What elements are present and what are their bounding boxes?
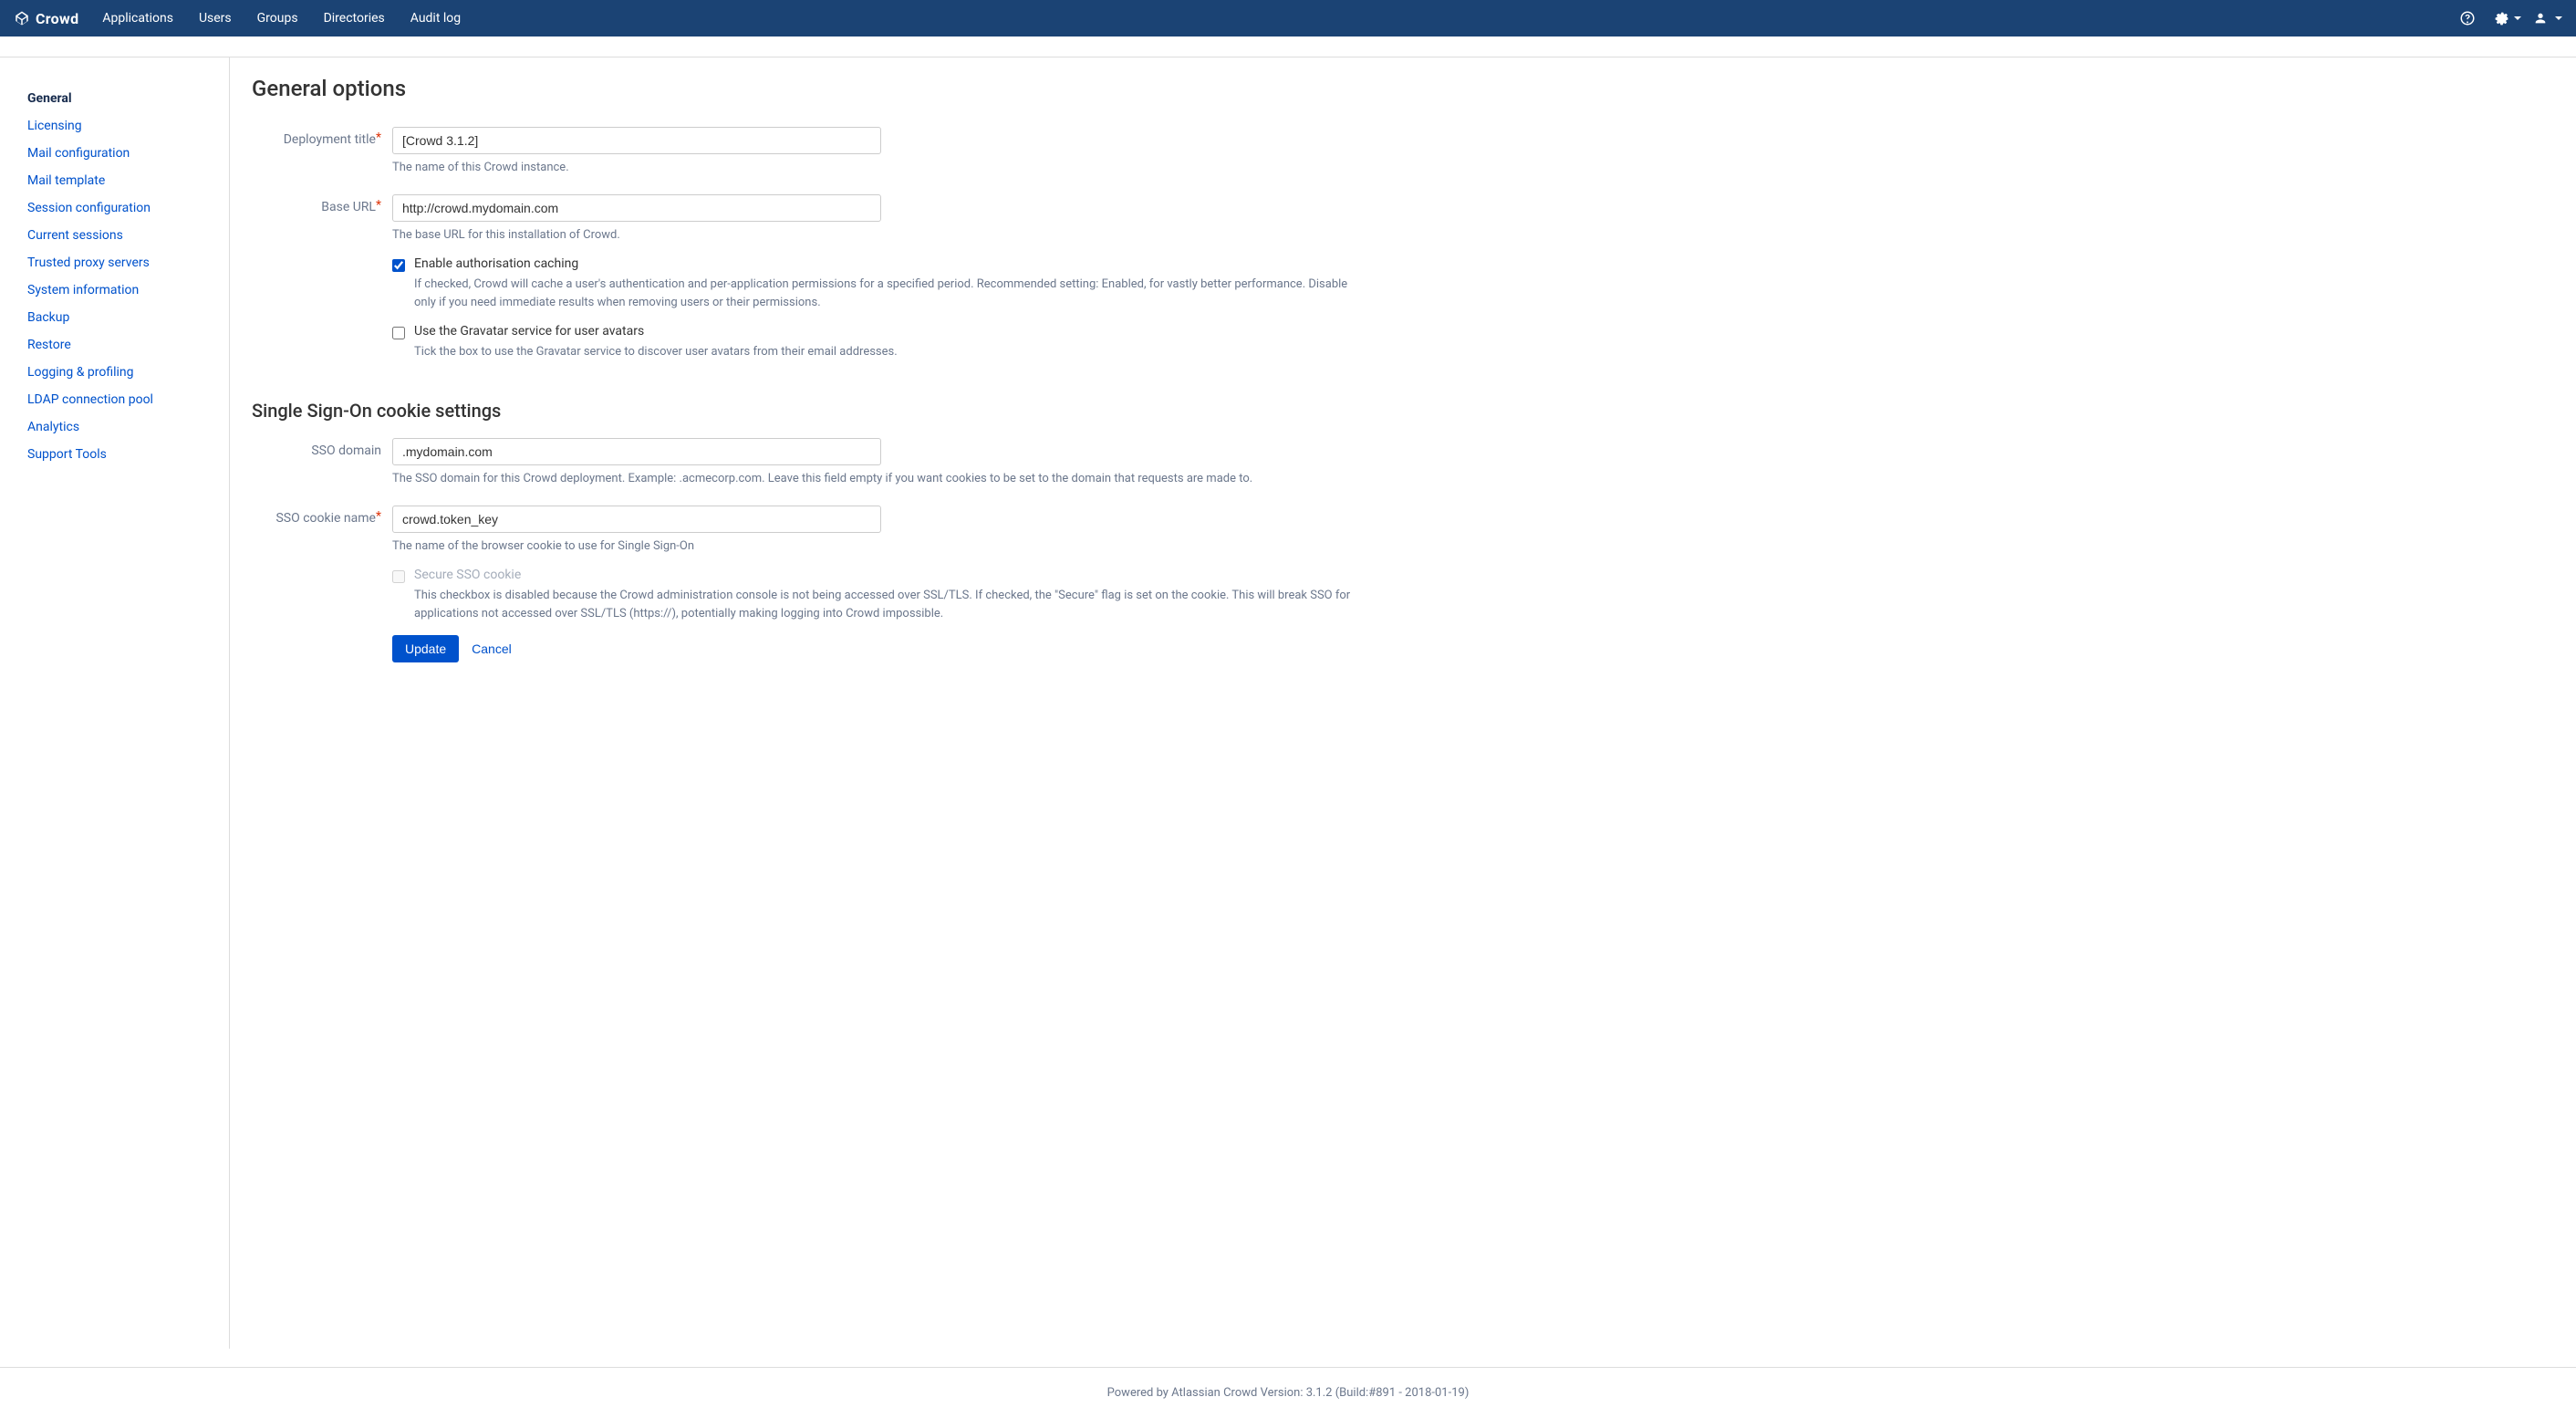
enable-cache-checkbox[interactable] bbox=[392, 259, 405, 272]
sidebar-item-mail-template[interactable]: Mail template bbox=[27, 167, 211, 194]
nav-users[interactable]: Users bbox=[188, 2, 243, 35]
sso-domain-input[interactable] bbox=[392, 438, 881, 465]
deployment-title-help: The name of this Crowd instance. bbox=[392, 160, 1359, 176]
enable-cache-label[interactable]: Enable authorisation caching bbox=[414, 256, 578, 271]
gravatar-help: Tick the box to use the Gravatar service… bbox=[414, 343, 1359, 361]
chevron-down-icon bbox=[2514, 16, 2521, 20]
deployment-title-input[interactable] bbox=[392, 127, 881, 154]
sidebar-item-general[interactable]: General bbox=[27, 85, 211, 112]
enable-cache-help: If checked, Crowd will cache a user's au… bbox=[414, 276, 1359, 311]
footer: Powered by Atlassian Crowd Version: 3.1.… bbox=[0, 1367, 2576, 1418]
secure-sso-help: This checkbox is disabled because the Cr… bbox=[414, 587, 1359, 622]
secure-sso-checkbox bbox=[392, 570, 405, 583]
sso-cookie-input[interactable] bbox=[392, 506, 881, 533]
crowd-icon bbox=[14, 10, 30, 26]
settings-icon[interactable] bbox=[2493, 4, 2522, 33]
gravatar-checkbox[interactable] bbox=[392, 327, 405, 339]
base-url-label: Base URL* bbox=[252, 194, 392, 214]
nav-right bbox=[2453, 4, 2562, 33]
page-title: General options bbox=[252, 76, 2549, 101]
update-button[interactable]: Update bbox=[392, 635, 459, 662]
sso-domain-help: The SSO domain for this Crowd deployment… bbox=[392, 471, 1359, 487]
sidebar-item-support-tools[interactable]: Support Tools bbox=[27, 441, 211, 468]
base-url-help: The base URL for this installation of Cr… bbox=[392, 227, 1359, 244]
secure-sso-label: Secure SSO cookie bbox=[414, 568, 521, 582]
help-icon[interactable] bbox=[2453, 4, 2482, 33]
gravatar-label[interactable]: Use the Gravatar service for user avatar… bbox=[414, 324, 644, 339]
sso-domain-label: SSO domain bbox=[252, 438, 392, 458]
nav-groups[interactable]: Groups bbox=[246, 2, 309, 35]
sidebar-item-system-information[interactable]: System information bbox=[27, 276, 211, 304]
brand-logo[interactable]: Crowd bbox=[14, 10, 78, 27]
sidebar-item-analytics[interactable]: Analytics bbox=[27, 413, 211, 441]
top-nav: Crowd Applications Users Groups Director… bbox=[0, 0, 2576, 36]
user-icon[interactable] bbox=[2533, 4, 2562, 33]
sso-cookie-label: SSO cookie name* bbox=[252, 506, 392, 526]
sidebar-item-licensing[interactable]: Licensing bbox=[27, 112, 211, 140]
deployment-title-label: Deployment title* bbox=[252, 127, 392, 147]
main-content: General options Deployment title* The na… bbox=[230, 57, 2576, 1349]
sidebar-item-backup[interactable]: Backup bbox=[27, 304, 211, 331]
sidebar-item-mail-configuration[interactable]: Mail configuration bbox=[27, 140, 211, 167]
nav-applications[interactable]: Applications bbox=[91, 2, 184, 35]
sidebar-item-trusted-proxy[interactable]: Trusted proxy servers bbox=[27, 249, 211, 276]
sso-section-title: Single Sign-On cookie settings bbox=[252, 400, 2549, 422]
nav-audit-log[interactable]: Audit log bbox=[400, 2, 472, 35]
sidebar-item-logging-profiling[interactable]: Logging & profiling bbox=[27, 359, 211, 386]
sidebar-item-restore[interactable]: Restore bbox=[27, 331, 211, 359]
sso-cookie-help: The name of the browser cookie to use fo… bbox=[392, 538, 1359, 555]
chevron-down-icon bbox=[2555, 16, 2562, 20]
nav-directories[interactable]: Directories bbox=[313, 2, 396, 35]
sidebar-item-current-sessions[interactable]: Current sessions bbox=[27, 222, 211, 249]
sidebar: General Licensing Mail configuration Mai… bbox=[0, 57, 230, 1349]
base-url-input[interactable] bbox=[392, 194, 881, 222]
cancel-button[interactable]: Cancel bbox=[472, 641, 512, 656]
brand-name: Crowd bbox=[36, 10, 78, 27]
main-nav: Applications Users Groups Directories Au… bbox=[91, 2, 472, 35]
sidebar-item-session-configuration[interactable]: Session configuration bbox=[27, 194, 211, 222]
sidebar-item-ldap-pool[interactable]: LDAP connection pool bbox=[27, 386, 211, 413]
